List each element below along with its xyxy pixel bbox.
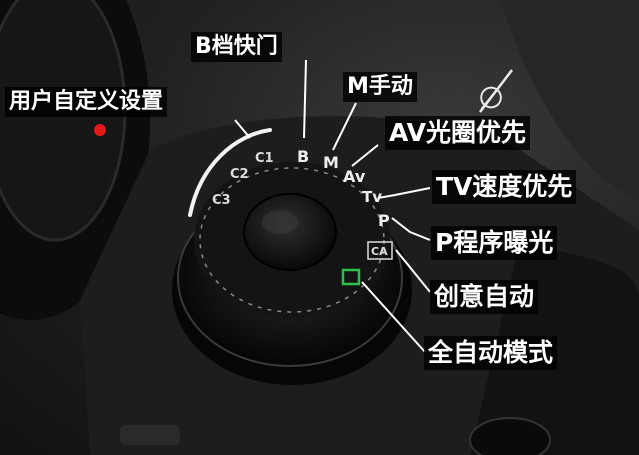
label-full-auto: 全自动模式 — [424, 336, 558, 370]
label-b-shutter: B档快门 — [191, 32, 282, 62]
dial-mark-p: P — [378, 211, 390, 230]
label-custom-settings: 用户自定义设置 — [5, 87, 168, 117]
label-tv-shutter-priority: TV速度优先 — [432, 170, 577, 204]
label-av-aperture-priority: AV光圈优先 — [385, 116, 530, 150]
dial-mark-c1: C1 — [255, 151, 274, 166]
dial-center-highlight — [262, 210, 298, 234]
red-indicator-light — [94, 124, 106, 136]
dial-mark-c2: C2 — [230, 167, 249, 182]
label-creative-auto: 创意自动 — [430, 280, 539, 314]
bottom-button — [469, 417, 551, 455]
bottom-left-latch — [120, 425, 180, 445]
dial-mark-m: M — [323, 153, 339, 172]
camera-photo: C1 C2 C3 B M Av Tv P CA ∅ B档快门 用户 — [0, 0, 639, 455]
label-m-manual: M手动 — [343, 72, 417, 102]
dial-mark-ca: CA — [371, 245, 388, 258]
dial-mark-av: Av — [343, 167, 366, 186]
dial-mark-b: B — [297, 147, 309, 166]
dial-mark-c3: C3 — [212, 193, 231, 208]
dial-center-knob — [243, 193, 337, 271]
label-p-program: P程序曝光 — [431, 226, 558, 260]
